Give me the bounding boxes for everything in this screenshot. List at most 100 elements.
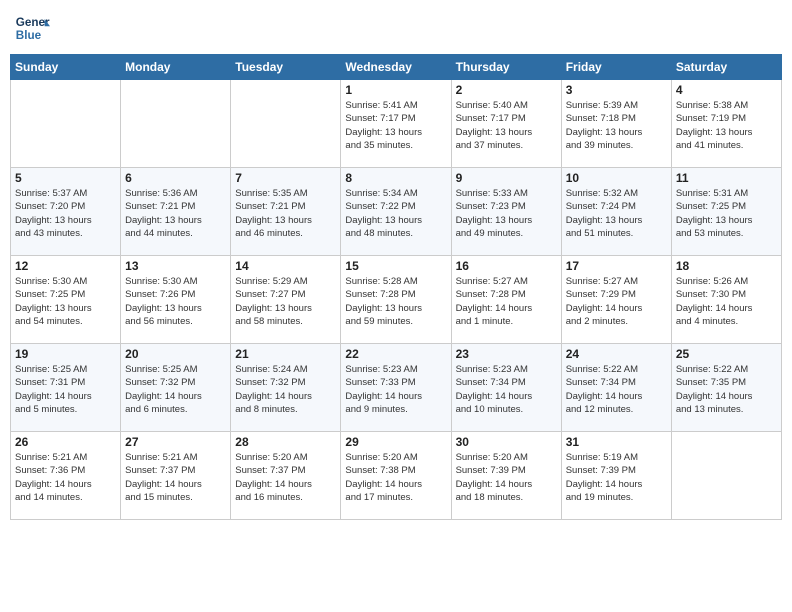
day-info: Sunrise: 5:25 AMSunset: 7:32 PMDaylight:… [125,363,226,416]
day-number: 22 [345,347,446,361]
day-number: 17 [566,259,667,273]
day-info: Sunrise: 5:27 AMSunset: 7:29 PMDaylight:… [566,275,667,328]
calendar-table: SundayMondayTuesdayWednesdayThursdayFrid… [10,54,782,520]
calendar-cell: 5Sunrise: 5:37 AMSunset: 7:20 PMDaylight… [11,168,121,256]
day-number: 10 [566,171,667,185]
calendar-cell: 12 Sunrise: 5:30 AMSunset: 7:25 PMDayligh… [11,256,121,344]
day-number: 6 [125,171,226,185]
day-number: 19 [15,347,116,361]
calendar-cell: 25 Sunrise: 5:22 AMSunset: 7:35 PMDayligh… [671,344,781,432]
day-info: Sunrise: 5:21 AMSunset: 7:37 PMDaylight:… [125,451,226,504]
day-info: Sunrise: 5:31 AMSunset: 7:25 PMDaylight:… [676,187,777,240]
day-info: Sunrise: 5:33 AMSunset: 7:23 PMDaylight:… [456,187,557,240]
day-info: Sunrise: 5:23 AMSunset: 7:34 PMDaylight:… [456,363,557,416]
calendar-cell: 6 Sunrise: 5:36 AMSunset: 7:21 PMDaylight… [121,168,231,256]
day-number: 13 [125,259,226,273]
day-number: 29 [345,435,446,449]
calendar-cell: 20 Sunrise: 5:25 AMSunset: 7:32 PMDayligh… [121,344,231,432]
week-row-1: 1 Sunrise: 5:41 AMSunset: 7:17 PMDaylight… [11,80,782,168]
day-number: 9 [456,171,557,185]
calendar-cell: 21Sunrise: 5:24 AMSunset: 7:32 PMDayligh… [231,344,341,432]
day-number: 31 [566,435,667,449]
calendar-cell [671,432,781,520]
column-header-monday: Monday [121,55,231,80]
day-info: Sunrise: 5:40 AMSunset: 7:17 PMDaylight:… [456,99,557,152]
calendar-cell: 9 Sunrise: 5:33 AMSunset: 7:23 PMDaylight… [451,168,561,256]
day-info: Sunrise: 5:22 AMSunset: 7:35 PMDaylight:… [676,363,777,416]
day-number: 8 [345,171,446,185]
day-number: 1 [345,83,446,97]
week-row-4: 19 Sunrise: 5:25 AMSunset: 7:31 PMDayligh… [11,344,782,432]
day-info: Sunrise: 5:30 AMSunset: 7:25 PMDaylight:… [15,275,116,328]
day-info: Sunrise: 5:28 AMSunset: 7:28 PMDaylight:… [345,275,446,328]
day-number: 18 [676,259,777,273]
day-number: 15 [345,259,446,273]
calendar-cell: 11 Sunrise: 5:31 AMSunset: 7:25 PMDayligh… [671,168,781,256]
calendar-cell: 13 Sunrise: 5:30 AMSunset: 7:26 PMDayligh… [121,256,231,344]
calendar-cell: 19 Sunrise: 5:25 AMSunset: 7:31 PMDayligh… [11,344,121,432]
calendar-cell [11,80,121,168]
week-row-5: 26 Sunrise: 5:21 AMSunset: 7:36 PMDayligh… [11,432,782,520]
calendar-cell: 4Sunrise: 5:38 AMSunset: 7:19 PMDaylight… [671,80,781,168]
day-info: Sunrise: 5:30 AMSunset: 7:26 PMDaylight:… [125,275,226,328]
calendar-cell: 1 Sunrise: 5:41 AMSunset: 7:17 PMDaylight… [341,80,451,168]
calendar-cell: 29 Sunrise: 5:20 AMSunset: 7:38 PMDayligh… [341,432,451,520]
day-info: Sunrise: 5:39 AMSunset: 7:18 PMDaylight:… [566,99,667,152]
day-number: 27 [125,435,226,449]
day-number: 26 [15,435,116,449]
calendar-cell: 10Sunrise: 5:32 AMSunset: 7:24 PMDayligh… [561,168,671,256]
day-info: Sunrise: 5:27 AMSunset: 7:28 PMDaylight:… [456,275,557,328]
day-number: 3 [566,83,667,97]
day-number: 25 [676,347,777,361]
calendar-cell: 14Sunrise: 5:29 AMSunset: 7:27 PMDayligh… [231,256,341,344]
calendar-cell: 15 Sunrise: 5:28 AMSunset: 7:28 PMDayligh… [341,256,451,344]
column-header-thursday: Thursday [451,55,561,80]
calendar-cell [121,80,231,168]
day-info: Sunrise: 5:23 AMSunset: 7:33 PMDaylight:… [345,363,446,416]
day-number: 24 [566,347,667,361]
day-info: Sunrise: 5:25 AMSunset: 7:31 PMDaylight:… [15,363,116,416]
day-info: Sunrise: 5:35 AMSunset: 7:21 PMDaylight:… [235,187,336,240]
calendar-cell: 3 Sunrise: 5:39 AMSunset: 7:18 PMDaylight… [561,80,671,168]
day-info: Sunrise: 5:19 AMSunset: 7:39 PMDaylight:… [566,451,667,504]
logo-icon: General Blue [14,10,50,46]
day-number: 12 [15,259,116,273]
day-info: Sunrise: 5:21 AMSunset: 7:36 PMDaylight:… [15,451,116,504]
calendar-cell: 16 Sunrise: 5:27 AMSunset: 7:28 PMDayligh… [451,256,561,344]
column-header-saturday: Saturday [671,55,781,80]
day-number: 11 [676,171,777,185]
day-number: 14 [235,259,336,273]
column-header-tuesday: Tuesday [231,55,341,80]
calendar-cell: 18 Sunrise: 5:26 AMSunset: 7:30 PMDayligh… [671,256,781,344]
day-number: 4 [676,83,777,97]
svg-text:Blue: Blue [16,29,42,42]
calendar-cell: 30 Sunrise: 5:20 AMSunset: 7:39 PMDayligh… [451,432,561,520]
day-number: 20 [125,347,226,361]
calendar-cell: 28Sunrise: 5:20 AMSunset: 7:37 PMDayligh… [231,432,341,520]
calendar-cell: 31 Sunrise: 5:19 AMSunset: 7:39 PMDayligh… [561,432,671,520]
day-number: 21 [235,347,336,361]
calendar-cell: 8Sunrise: 5:34 AMSunset: 7:22 PMDaylight… [341,168,451,256]
day-info: Sunrise: 5:26 AMSunset: 7:30 PMDaylight:… [676,275,777,328]
day-info: Sunrise: 5:41 AMSunset: 7:17 PMDaylight:… [345,99,446,152]
day-info: Sunrise: 5:20 AMSunset: 7:38 PMDaylight:… [345,451,446,504]
day-number: 2 [456,83,557,97]
day-number: 30 [456,435,557,449]
calendar-cell: 26 Sunrise: 5:21 AMSunset: 7:36 PMDayligh… [11,432,121,520]
column-header-sunday: Sunday [11,55,121,80]
calendar-cell: 24 Sunrise: 5:22 AMSunset: 7:34 PMDayligh… [561,344,671,432]
calendar-cell: 7 Sunrise: 5:35 AMSunset: 7:21 PMDaylight… [231,168,341,256]
day-number: 16 [456,259,557,273]
calendar-cell: 27 Sunrise: 5:21 AMSunset: 7:37 PMDayligh… [121,432,231,520]
logo: General Blue [14,10,54,46]
week-row-2: 5Sunrise: 5:37 AMSunset: 7:20 PMDaylight… [11,168,782,256]
day-info: Sunrise: 5:22 AMSunset: 7:34 PMDaylight:… [566,363,667,416]
column-header-friday: Friday [561,55,671,80]
day-info: Sunrise: 5:20 AMSunset: 7:39 PMDaylight:… [456,451,557,504]
day-info: Sunrise: 5:36 AMSunset: 7:21 PMDaylight:… [125,187,226,240]
day-number: 5 [15,171,116,185]
page-header: General Blue [10,10,782,46]
calendar-cell: 2 Sunrise: 5:40 AMSunset: 7:17 PMDaylight… [451,80,561,168]
day-number: 7 [235,171,336,185]
calendar-cell: 23Sunrise: 5:23 AMSunset: 7:34 PMDayligh… [451,344,561,432]
